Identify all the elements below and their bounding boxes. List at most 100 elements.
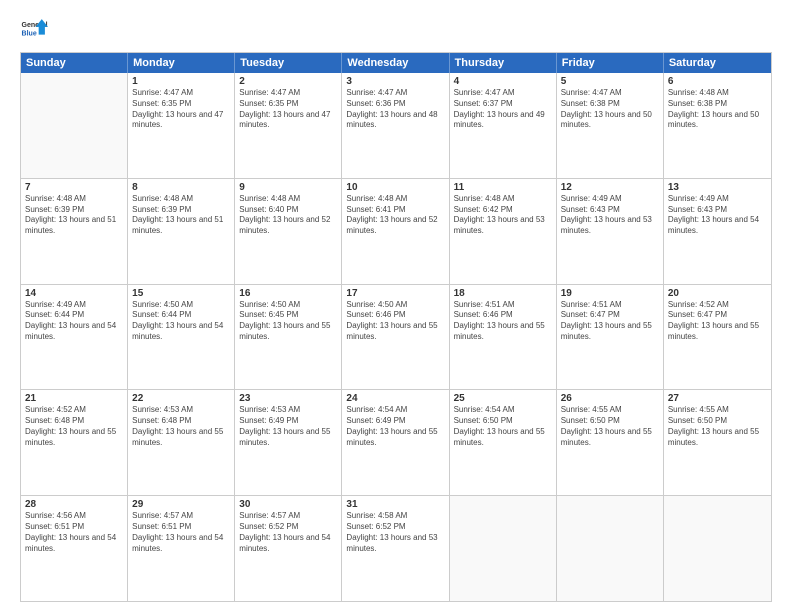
day-number: 7 <box>25 182 123 193</box>
day-info: Sunrise: 4:55 AMSunset: 6:50 PMDaylight:… <box>668 405 767 448</box>
day-number: 16 <box>239 288 337 299</box>
day-number: 31 <box>346 499 444 510</box>
day-number: 3 <box>346 76 444 87</box>
day-info: Sunrise: 4:50 AMSunset: 6:44 PMDaylight:… <box>132 300 230 343</box>
calendar-body: 1Sunrise: 4:47 AMSunset: 6:35 PMDaylight… <box>21 73 771 601</box>
day-number: 1 <box>132 76 230 87</box>
header-day-wednesday: Wednesday <box>342 53 449 73</box>
day-info: Sunrise: 4:49 AMSunset: 6:43 PMDaylight:… <box>561 194 659 237</box>
header: General Blue <box>20 16 772 44</box>
day-number: 13 <box>668 182 767 193</box>
day-cell-2: 2Sunrise: 4:47 AMSunset: 6:35 PMDaylight… <box>235 73 342 178</box>
day-info: Sunrise: 4:48 AMSunset: 6:42 PMDaylight:… <box>454 194 552 237</box>
calendar: SundayMondayTuesdayWednesdayThursdayFrid… <box>20 52 772 602</box>
header-day-monday: Monday <box>128 53 235 73</box>
day-number: 4 <box>454 76 552 87</box>
day-cell-10: 10Sunrise: 4:48 AMSunset: 6:41 PMDayligh… <box>342 179 449 284</box>
empty-cell <box>21 73 128 178</box>
day-cell-8: 8Sunrise: 4:48 AMSunset: 6:39 PMDaylight… <box>128 179 235 284</box>
day-info: Sunrise: 4:50 AMSunset: 6:45 PMDaylight:… <box>239 300 337 343</box>
day-cell-19: 19Sunrise: 4:51 AMSunset: 6:47 PMDayligh… <box>557 285 664 390</box>
day-number: 19 <box>561 288 659 299</box>
day-number: 14 <box>25 288 123 299</box>
day-cell-4: 4Sunrise: 4:47 AMSunset: 6:37 PMDaylight… <box>450 73 557 178</box>
day-number: 28 <box>25 499 123 510</box>
day-info: Sunrise: 4:48 AMSunset: 6:39 PMDaylight:… <box>25 194 123 237</box>
day-info: Sunrise: 4:49 AMSunset: 6:43 PMDaylight:… <box>668 194 767 237</box>
day-number: 6 <box>668 76 767 87</box>
day-number: 15 <box>132 288 230 299</box>
calendar-week-4: 21Sunrise: 4:52 AMSunset: 6:48 PMDayligh… <box>21 389 771 495</box>
day-info: Sunrise: 4:55 AMSunset: 6:50 PMDaylight:… <box>561 405 659 448</box>
day-info: Sunrise: 4:47 AMSunset: 6:36 PMDaylight:… <box>346 88 444 131</box>
day-cell-17: 17Sunrise: 4:50 AMSunset: 6:46 PMDayligh… <box>342 285 449 390</box>
day-cell-21: 21Sunrise: 4:52 AMSunset: 6:48 PMDayligh… <box>21 390 128 495</box>
day-number: 24 <box>346 393 444 404</box>
day-info: Sunrise: 4:52 AMSunset: 6:47 PMDaylight:… <box>668 300 767 343</box>
day-number: 9 <box>239 182 337 193</box>
calendar-header: SundayMondayTuesdayWednesdayThursdayFrid… <box>21 53 771 73</box>
day-cell-26: 26Sunrise: 4:55 AMSunset: 6:50 PMDayligh… <box>557 390 664 495</box>
day-info: Sunrise: 4:54 AMSunset: 6:50 PMDaylight:… <box>454 405 552 448</box>
day-info: Sunrise: 4:53 AMSunset: 6:49 PMDaylight:… <box>239 405 337 448</box>
day-cell-5: 5Sunrise: 4:47 AMSunset: 6:38 PMDaylight… <box>557 73 664 178</box>
day-cell-18: 18Sunrise: 4:51 AMSunset: 6:46 PMDayligh… <box>450 285 557 390</box>
calendar-week-5: 28Sunrise: 4:56 AMSunset: 6:51 PMDayligh… <box>21 495 771 601</box>
day-number: 17 <box>346 288 444 299</box>
day-cell-14: 14Sunrise: 4:49 AMSunset: 6:44 PMDayligh… <box>21 285 128 390</box>
day-cell-30: 30Sunrise: 4:57 AMSunset: 6:52 PMDayligh… <box>235 496 342 601</box>
day-number: 11 <box>454 182 552 193</box>
logo: General Blue <box>20 16 52 44</box>
day-cell-1: 1Sunrise: 4:47 AMSunset: 6:35 PMDaylight… <box>128 73 235 178</box>
day-info: Sunrise: 4:51 AMSunset: 6:47 PMDaylight:… <box>561 300 659 343</box>
day-cell-22: 22Sunrise: 4:53 AMSunset: 6:48 PMDayligh… <box>128 390 235 495</box>
calendar-week-1: 1Sunrise: 4:47 AMSunset: 6:35 PMDaylight… <box>21 73 771 178</box>
day-cell-15: 15Sunrise: 4:50 AMSunset: 6:44 PMDayligh… <box>128 285 235 390</box>
header-day-tuesday: Tuesday <box>235 53 342 73</box>
day-info: Sunrise: 4:52 AMSunset: 6:48 PMDaylight:… <box>25 405 123 448</box>
day-info: Sunrise: 4:48 AMSunset: 6:39 PMDaylight:… <box>132 194 230 237</box>
day-cell-23: 23Sunrise: 4:53 AMSunset: 6:49 PMDayligh… <box>235 390 342 495</box>
day-info: Sunrise: 4:48 AMSunset: 6:40 PMDaylight:… <box>239 194 337 237</box>
page: General Blue SundayMondayTuesdayWednesda… <box>0 0 792 612</box>
day-number: 12 <box>561 182 659 193</box>
day-number: 30 <box>239 499 337 510</box>
day-info: Sunrise: 4:47 AMSunset: 6:35 PMDaylight:… <box>132 88 230 131</box>
day-info: Sunrise: 4:47 AMSunset: 6:37 PMDaylight:… <box>454 88 552 131</box>
day-number: 22 <box>132 393 230 404</box>
day-cell-27: 27Sunrise: 4:55 AMSunset: 6:50 PMDayligh… <box>664 390 771 495</box>
day-cell-13: 13Sunrise: 4:49 AMSunset: 6:43 PMDayligh… <box>664 179 771 284</box>
calendar-week-3: 14Sunrise: 4:49 AMSunset: 6:44 PMDayligh… <box>21 284 771 390</box>
day-number: 23 <box>239 393 337 404</box>
day-cell-16: 16Sunrise: 4:50 AMSunset: 6:45 PMDayligh… <box>235 285 342 390</box>
day-info: Sunrise: 4:51 AMSunset: 6:46 PMDaylight:… <box>454 300 552 343</box>
day-info: Sunrise: 4:54 AMSunset: 6:49 PMDaylight:… <box>346 405 444 448</box>
day-cell-25: 25Sunrise: 4:54 AMSunset: 6:50 PMDayligh… <box>450 390 557 495</box>
logo-icon: General Blue <box>20 16 48 44</box>
day-cell-31: 31Sunrise: 4:58 AMSunset: 6:52 PMDayligh… <box>342 496 449 601</box>
day-number: 8 <box>132 182 230 193</box>
day-info: Sunrise: 4:58 AMSunset: 6:52 PMDaylight:… <box>346 511 444 554</box>
day-info: Sunrise: 4:56 AMSunset: 6:51 PMDaylight:… <box>25 511 123 554</box>
day-cell-29: 29Sunrise: 4:57 AMSunset: 6:51 PMDayligh… <box>128 496 235 601</box>
day-number: 25 <box>454 393 552 404</box>
day-info: Sunrise: 4:53 AMSunset: 6:48 PMDaylight:… <box>132 405 230 448</box>
day-info: Sunrise: 4:57 AMSunset: 6:51 PMDaylight:… <box>132 511 230 554</box>
day-number: 21 <box>25 393 123 404</box>
day-number: 2 <box>239 76 337 87</box>
calendar-week-2: 7Sunrise: 4:48 AMSunset: 6:39 PMDaylight… <box>21 178 771 284</box>
day-number: 26 <box>561 393 659 404</box>
day-cell-12: 12Sunrise: 4:49 AMSunset: 6:43 PMDayligh… <box>557 179 664 284</box>
empty-cell <box>557 496 664 601</box>
header-day-sunday: Sunday <box>21 53 128 73</box>
day-number: 18 <box>454 288 552 299</box>
svg-text:Blue: Blue <box>22 30 37 37</box>
empty-cell <box>664 496 771 601</box>
day-cell-20: 20Sunrise: 4:52 AMSunset: 6:47 PMDayligh… <box>664 285 771 390</box>
day-cell-11: 11Sunrise: 4:48 AMSunset: 6:42 PMDayligh… <box>450 179 557 284</box>
day-info: Sunrise: 4:48 AMSunset: 6:38 PMDaylight:… <box>668 88 767 131</box>
header-day-saturday: Saturday <box>664 53 771 73</box>
day-number: 5 <box>561 76 659 87</box>
day-number: 27 <box>668 393 767 404</box>
day-info: Sunrise: 4:50 AMSunset: 6:46 PMDaylight:… <box>346 300 444 343</box>
